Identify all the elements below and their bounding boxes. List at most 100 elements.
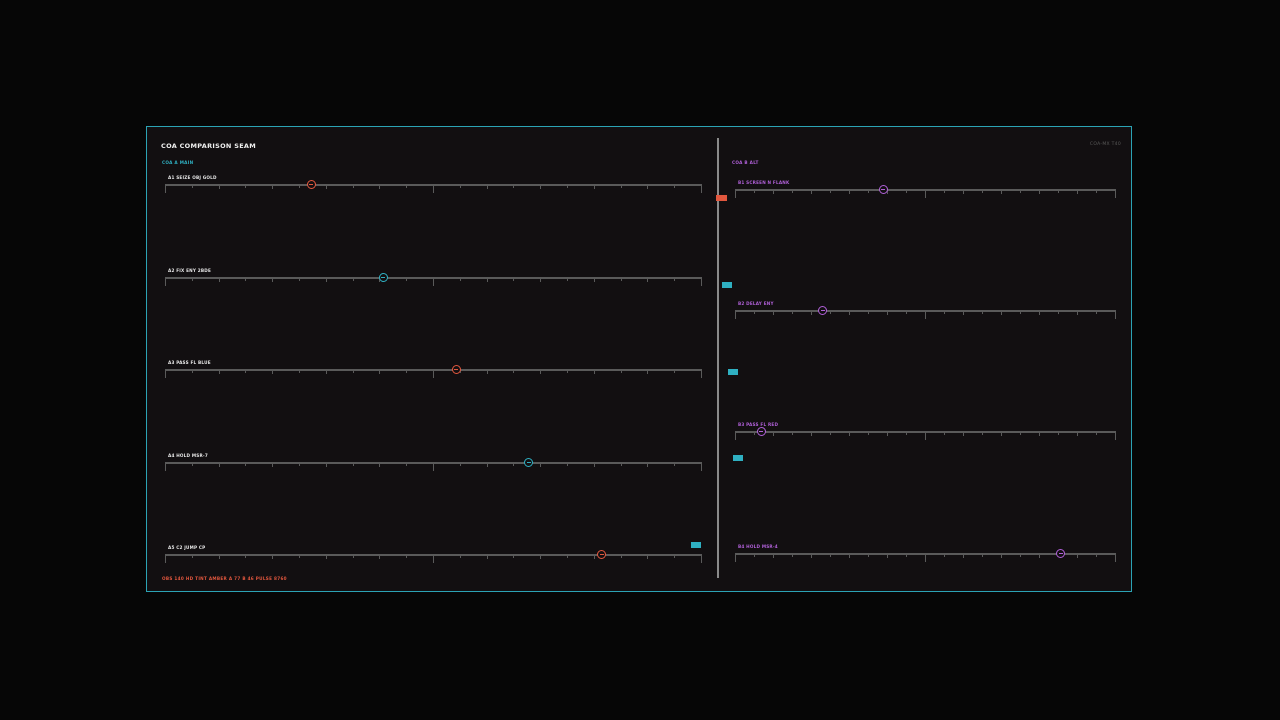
timeline-tick — [406, 554, 408, 558]
timeline-tick — [299, 462, 300, 466]
timeline-tick — [593, 554, 595, 559]
status-footer: OBS 140 HD TINT AMBER A 77 B 46 PULSE 87… — [162, 576, 287, 581]
seam-flag — [716, 195, 727, 201]
timeline-tick — [540, 369, 542, 374]
timeline-tick — [830, 189, 831, 193]
timeline-row: A4 HOLD MSR-7 — [165, 453, 702, 473]
timeline-tick — [459, 554, 461, 558]
timeline-tick — [620, 277, 622, 281]
timeline-tick — [701, 184, 702, 193]
timeline-tick — [773, 431, 774, 436]
timeline-tick — [325, 184, 327, 189]
timeline-tick — [1039, 189, 1040, 194]
timeline-row-label: B2 DELAY ENY — [738, 301, 774, 306]
timeline-marker[interactable] — [818, 305, 828, 315]
timeline-tick — [593, 369, 595, 374]
timeline-tick — [245, 184, 247, 188]
timeline-tick — [593, 184, 595, 189]
coa-comparison-frame: COA COMPARISON SEAM COA-MX T40 COA A MAI… — [146, 126, 1132, 592]
timeline-tick — [352, 369, 354, 373]
timeline-row: B4 HOLD MSR-4 — [735, 544, 1116, 564]
timeline-tick — [906, 553, 907, 557]
timeline-tick — [433, 462, 434, 471]
timeline-tick — [1058, 189, 1059, 193]
timeline-tick — [773, 553, 774, 558]
timeline-tick — [1039, 553, 1040, 558]
timeline-row-label: B1 SCREEN N FLANK — [738, 180, 790, 185]
timeline-tick — [925, 310, 926, 319]
timeline-tick — [647, 184, 649, 189]
timeline-marker[interactable] — [451, 364, 461, 374]
timeline-tick — [245, 369, 247, 373]
timeline-tick — [245, 554, 247, 558]
timeline-marker[interactable] — [306, 179, 316, 189]
timeline-tick — [325, 554, 327, 559]
timeline-tick — [620, 369, 622, 373]
timeline-tick — [352, 554, 354, 558]
timeline-tick — [674, 462, 676, 466]
timeline-tick — [1058, 310, 1059, 314]
timeline-tick — [513, 369, 515, 373]
timeline-tick — [406, 369, 408, 373]
timeline-tick — [674, 369, 676, 373]
timeline-tick — [567, 462, 568, 466]
timeline-tick — [567, 554, 568, 558]
seam-flag — [733, 455, 743, 461]
timeline-tick — [540, 277, 542, 282]
timeline-tick — [540, 462, 542, 467]
timeline-tick — [792, 553, 793, 557]
timeline-row: B2 DELAY ENY — [735, 301, 1116, 321]
timeline-tick — [868, 310, 869, 314]
timeline-tick — [245, 462, 247, 466]
timeline-tick — [925, 431, 926, 440]
timeline-tick — [486, 462, 488, 467]
timeline-tick — [406, 277, 408, 281]
timeline-marker[interactable] — [1056, 548, 1066, 558]
timeline-tick — [1058, 431, 1059, 435]
timeline-row: A2 FIX ENY 2BDE — [165, 268, 702, 288]
timeline-tick — [325, 462, 327, 467]
timeline-tick — [486, 277, 488, 282]
timeline-tick — [218, 554, 220, 559]
timeline-tick — [567, 184, 568, 188]
timeline-row-label: B4 HOLD MSR-4 — [738, 544, 778, 549]
timeline-tick — [963, 553, 964, 558]
timeline-tick — [647, 369, 649, 374]
timeline-tick — [1001, 310, 1002, 315]
timeline-tick — [299, 554, 300, 558]
timeline-tick — [906, 310, 907, 314]
timeline-tick — [944, 189, 945, 193]
timeline-tick — [406, 184, 408, 188]
comparison-seam-divider[interactable] — [717, 138, 719, 578]
timeline-tick — [773, 310, 774, 315]
timeline-tick — [593, 462, 595, 467]
timeline-tick — [567, 277, 568, 281]
timeline-tick — [735, 310, 736, 319]
timeline-tick — [165, 184, 166, 193]
timeline-tick — [982, 431, 983, 435]
timeline-row: A5 C2 JUMP CP — [165, 545, 702, 565]
timeline-tick — [754, 189, 755, 193]
timeline-tick — [647, 462, 649, 467]
timeline-tick — [272, 554, 274, 559]
timeline-tick — [1001, 553, 1002, 558]
timeline-tick — [165, 369, 166, 378]
timeline-tick — [352, 277, 354, 281]
timeline-tick — [674, 554, 676, 558]
timeline-tick — [191, 369, 193, 373]
timeline-tick — [218, 277, 220, 282]
timeline-marker[interactable] — [878, 184, 888, 194]
timeline-tick — [299, 369, 300, 373]
timeline-marker[interactable] — [524, 457, 534, 467]
timeline-tick — [963, 189, 964, 194]
timeline-tick — [1020, 189, 1021, 193]
timeline-tick — [191, 462, 193, 466]
timeline-tick — [299, 277, 300, 281]
timeline-row: A1 SEIZE OBJ GOLD — [165, 175, 702, 195]
timeline-tick — [459, 277, 461, 281]
timeline-marker[interactable] — [756, 426, 766, 436]
timeline-tick — [165, 462, 166, 471]
timeline-marker[interactable] — [378, 272, 388, 282]
timeline-marker[interactable] — [597, 549, 607, 559]
timeline-tick — [811, 431, 812, 436]
